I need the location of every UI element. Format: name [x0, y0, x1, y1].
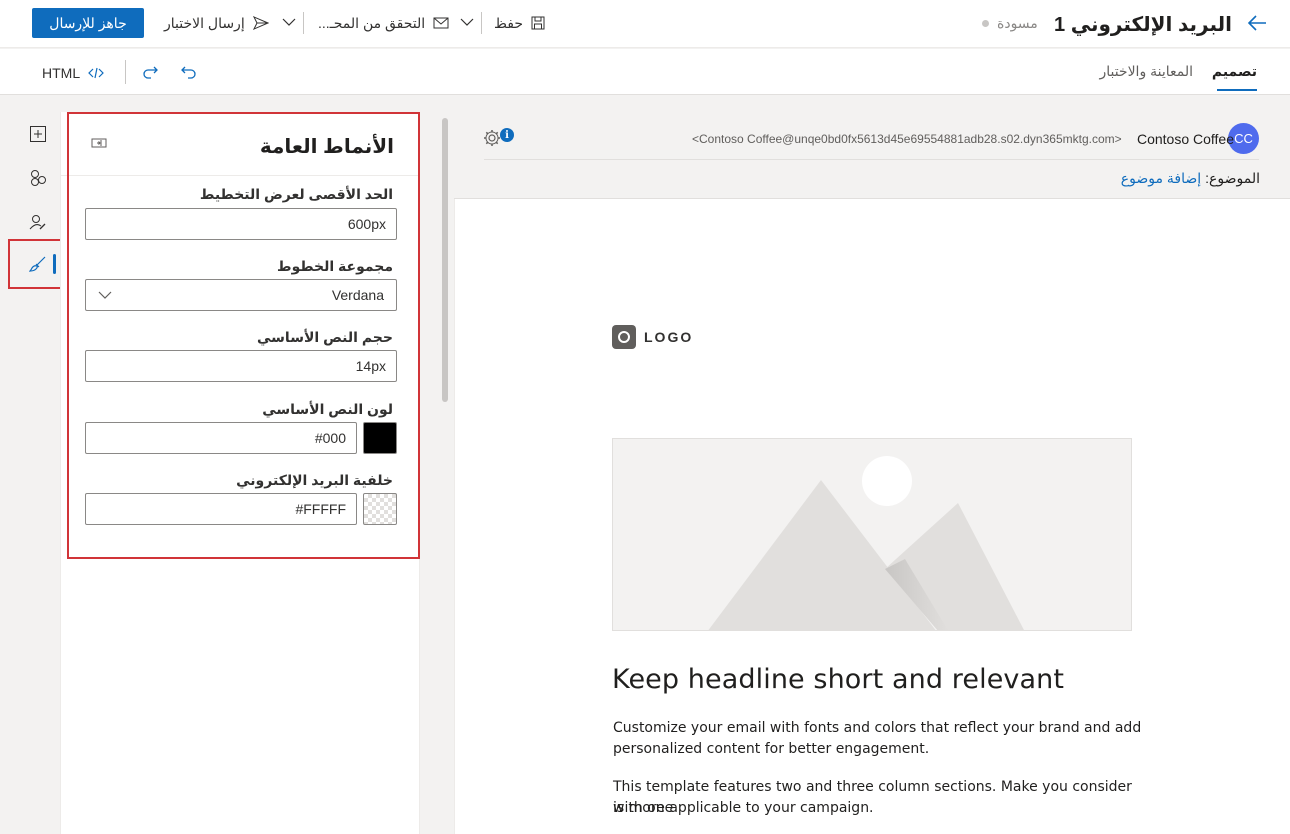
- rail-add-element[interactable]: [16, 114, 60, 154]
- command-bar: البريد الإلكتروني 1 مسودة حفظ التحقق من …: [0, 0, 1290, 48]
- save-label: حفظ: [494, 14, 524, 31]
- ready-to-send-button[interactable]: جاهز للإرسال: [32, 8, 144, 38]
- tab-preview[interactable]: المعاينة والاختبار: [1099, 63, 1193, 80]
- back-arrow-icon[interactable]: [1246, 12, 1268, 34]
- save-button[interactable]: حفظ: [494, 8, 545, 38]
- check-content-button[interactable]: التحقق من المحـ...: [318, 8, 449, 38]
- divider: [484, 159, 1259, 160]
- html-button[interactable]: HTML: [42, 65, 104, 81]
- person-edit-icon: [29, 215, 46, 230]
- gear-icon[interactable]: [482, 128, 502, 148]
- subject-label: الموضوع:: [1205, 170, 1260, 186]
- panel-highlight-frame: [67, 112, 420, 559]
- html-label: HTML: [42, 65, 81, 81]
- tab-indicator: [1217, 89, 1257, 91]
- status-text: مسودة: [997, 15, 1038, 31]
- check-label: التحقق من المحـ...: [318, 14, 426, 31]
- image-placeholder-icon: [708, 456, 1024, 630]
- send-test-label: إرسال الاختبار: [164, 14, 245, 31]
- divider: [303, 12, 304, 34]
- paragraph-1-line-2[interactable]: personalized content for better engageme…: [613, 739, 1143, 760]
- save-icon: [531, 16, 545, 30]
- editor-toolbar: تصميم المعاينة والاختبار HTML: [0, 49, 1290, 95]
- email-headline[interactable]: Keep headline short and relevant: [612, 664, 1064, 695]
- mail-check-icon: [433, 17, 449, 29]
- send-test-button[interactable]: إرسال الاختبار: [164, 8, 269, 38]
- tool-rail: [16, 112, 60, 834]
- sender-name: Contoso Coffee: [1136, 131, 1234, 147]
- send-icon: [252, 16, 269, 30]
- rail-elements[interactable]: [16, 158, 60, 198]
- subject-row: الموضوع: إضافة موضوع: [1121, 170, 1260, 187]
- tab-design[interactable]: تصميم: [1212, 63, 1257, 80]
- add-element-icon: [30, 126, 46, 142]
- shapes-icon: [31, 170, 46, 186]
- paragraph-1-line-1[interactable]: Customize your email with fonts and colo…: [613, 718, 1143, 739]
- rail-personalization[interactable]: [16, 202, 60, 242]
- logo-icon: [612, 325, 636, 349]
- divider: [481, 12, 482, 34]
- page-title: البريد الإلكتروني 1: [1054, 14, 1232, 36]
- chevron-down-icon[interactable]: [458, 13, 476, 31]
- email-header: CC Contoso Coffee <Contoso Coffee@unqe0b…: [454, 112, 1290, 199]
- code-icon: [88, 67, 104, 79]
- add-subject-link[interactable]: إضافة موضوع: [1121, 170, 1201, 187]
- chevron-down-icon[interactable]: [280, 13, 298, 31]
- sender-address: <Contoso Coffee@unqe0bd0fx5613d45e695548…: [692, 132, 1122, 146]
- status-badge: مسودة: [982, 15, 1038, 32]
- logo-text: LOGO: [644, 329, 694, 345]
- hero-image-placeholder[interactable]: [612, 438, 1132, 631]
- panel-scrollbar[interactable]: [442, 118, 448, 402]
- email-logo[interactable]: LOGO: [612, 325, 693, 349]
- status-dot-icon: [982, 20, 989, 27]
- divider: [125, 60, 126, 84]
- info-icon: i: [500, 128, 514, 142]
- redo-icon[interactable]: [141, 63, 159, 81]
- undo-icon[interactable]: [180, 63, 198, 81]
- paragraph-2-line-2[interactable]: is more applicable to your campaign.: [613, 798, 1143, 819]
